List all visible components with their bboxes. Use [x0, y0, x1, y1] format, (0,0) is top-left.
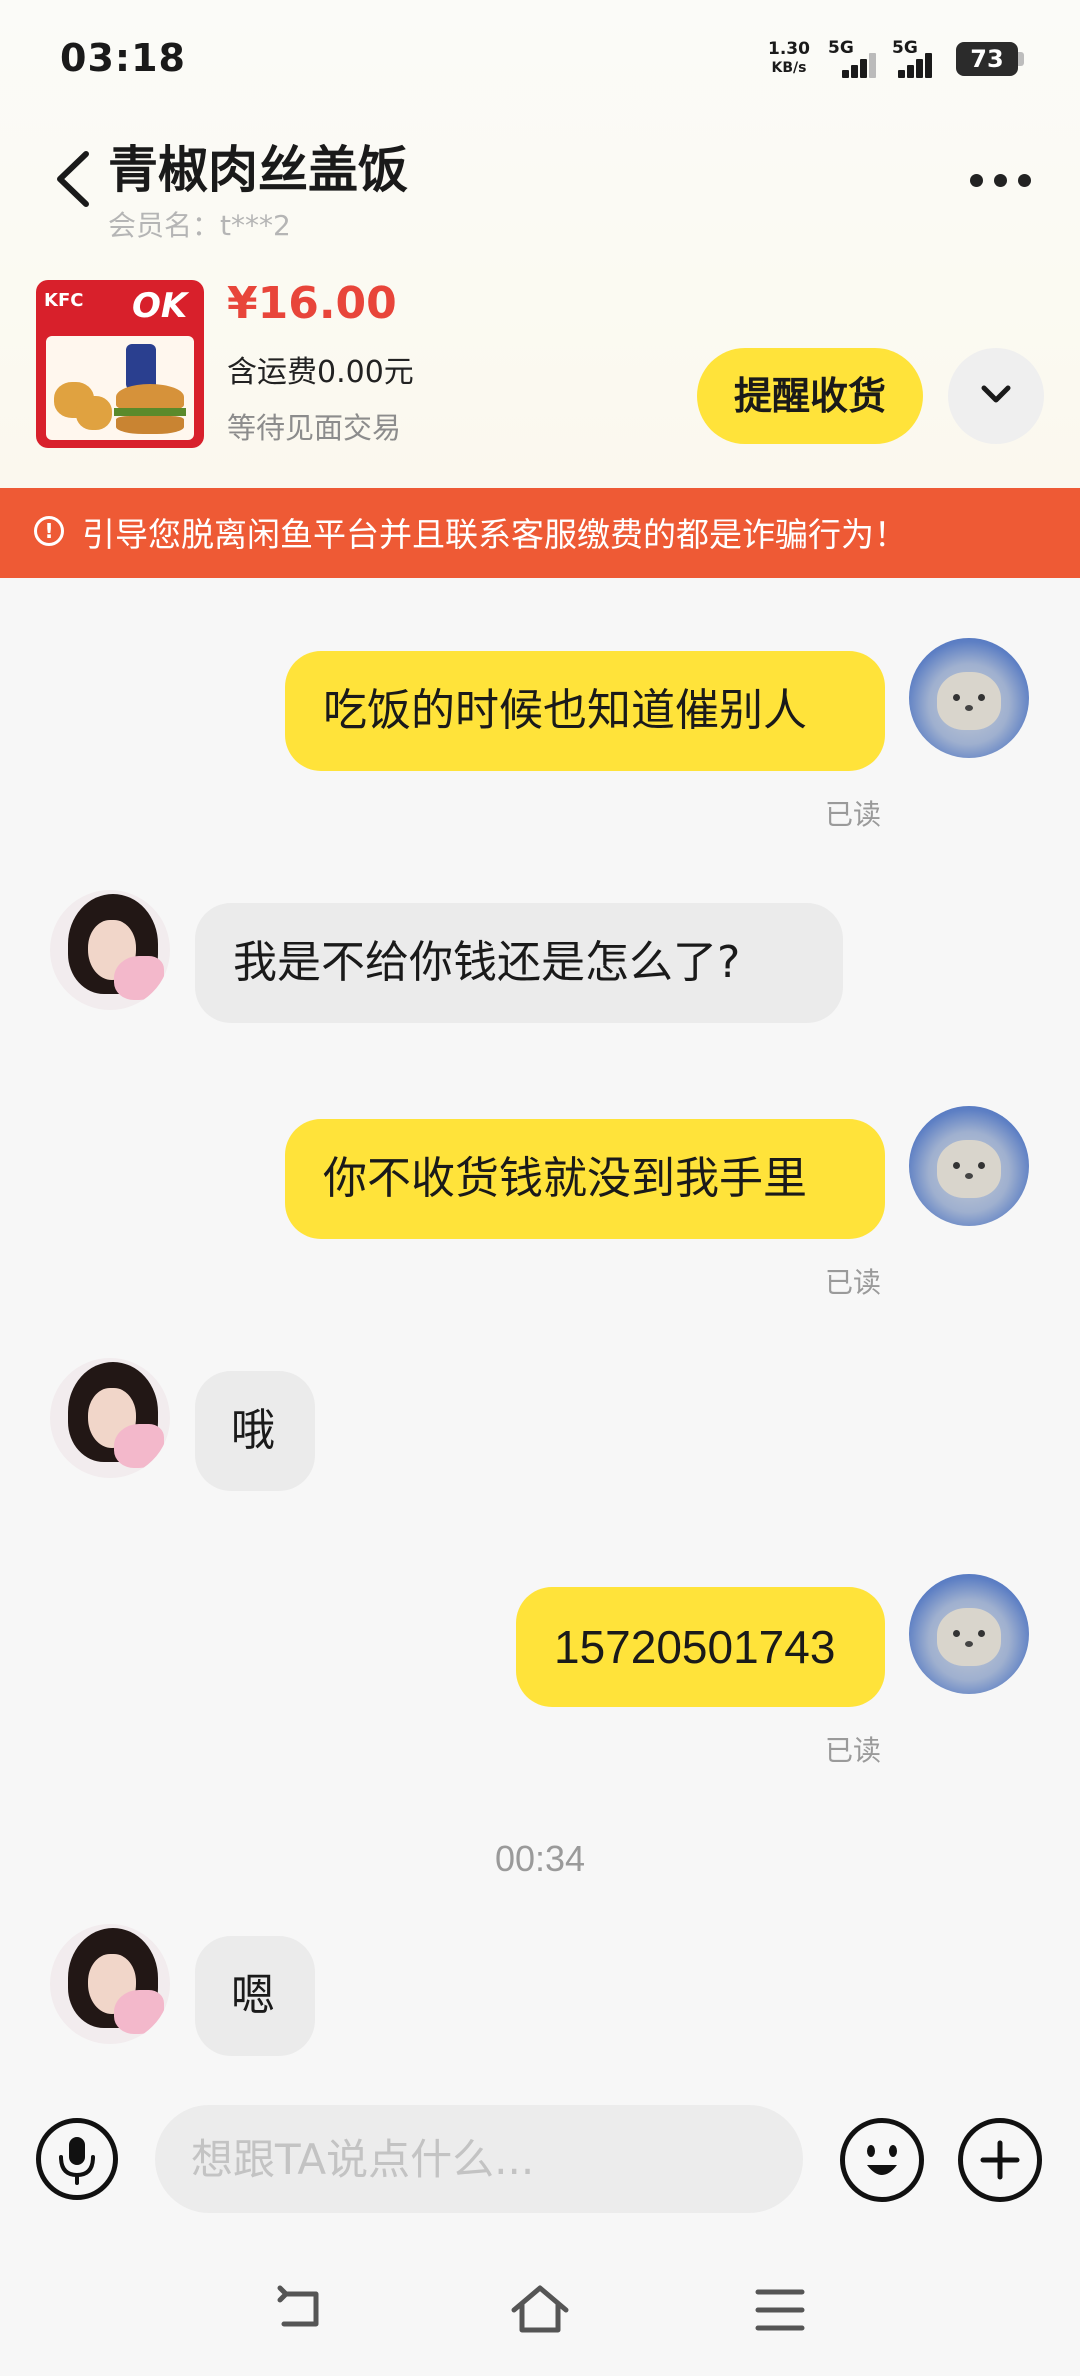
signal-icon [830, 50, 876, 78]
shipping-fee: 含运费0.00元 [227, 355, 414, 390]
message-bubble-received[interactable]: 我是不给你钱还是怎么了? [195, 903, 843, 1023]
read-status: 已读 [825, 1734, 882, 1767]
message-bubble-sent[interactable]: 吃饭的时候也知道催别人 [285, 651, 885, 771]
member-name: 会员名：t***2 [108, 209, 291, 242]
exclamation-icon: ! [34, 516, 64, 546]
fraud-warning-banner: ! 引导您脱离闲鱼平台并且联系客服缴费的都是诈骗行为！ [0, 488, 1080, 578]
message-bubble-sent[interactable]: 15720501743 [516, 1587, 885, 1707]
contact-avatar[interactable] [50, 1924, 170, 2044]
nav-menu-icon[interactable] [750, 2282, 810, 2338]
trade-status: 等待见面交易 [227, 411, 402, 445]
remind-receipt-button[interactable]: 提醒收货 [697, 348, 923, 444]
nav-back-icon[interactable] [270, 2282, 330, 2338]
status-time: 03:18 [60, 36, 186, 80]
contact-avatar[interactable] [50, 890, 170, 1010]
more-icon[interactable] [966, 162, 1036, 198]
mic-icon[interactable] [36, 2118, 118, 2200]
message-bubble-received[interactable]: 嗯 [195, 1936, 315, 2056]
warning-text: 引导您脱离闲鱼平台并且联系客服缴费的都是诈骗行为！ [82, 515, 907, 554]
contact-avatar[interactable] [50, 1358, 170, 1478]
my-avatar[interactable] [909, 1106, 1029, 1226]
my-avatar[interactable] [909, 1574, 1029, 1694]
battery-level: 73 [970, 45, 1004, 73]
network-speed-unit: KB/s [771, 60, 807, 76]
battery-icon: 73 [956, 42, 1018, 76]
message-input[interactable] [155, 2105, 803, 2213]
thumbnail-badge: OK [132, 286, 188, 326]
plus-icon[interactable] [958, 2118, 1042, 2202]
product-price: ¥16.00 [227, 278, 397, 329]
message-timestamp: 00:34 [494, 1838, 586, 1879]
page-title: 青椒肉丝盖饭 [108, 141, 408, 199]
thumbnail-brand: KFC [44, 290, 84, 311]
thumbnail-food [46, 336, 194, 440]
signal-icon [894, 50, 938, 78]
back-icon[interactable] [52, 148, 96, 210]
network-speed: 1.30 KB/s [768, 40, 810, 78]
network-speed-value: 1.30 [768, 39, 810, 59]
emoji-icon[interactable] [840, 2118, 924, 2202]
status-bar: 03:18 1.30 KB/s 5G 5G 73 [0, 0, 1080, 110]
message-bubble-received[interactable]: 哦 [195, 1371, 315, 1491]
chevron-down-icon [981, 385, 1011, 403]
read-status: 已读 [825, 798, 882, 831]
product-thumbnail[interactable]: KFC OK [36, 280, 204, 448]
read-status: 已读 [825, 1266, 882, 1299]
expand-button[interactable] [948, 348, 1044, 444]
my-avatar[interactable] [909, 638, 1029, 758]
battery-tip [1018, 52, 1024, 66]
message-bubble-sent[interactable]: 你不收货钱就没到我手里 [285, 1119, 885, 1239]
nav-home-icon[interactable] [510, 2282, 570, 2338]
